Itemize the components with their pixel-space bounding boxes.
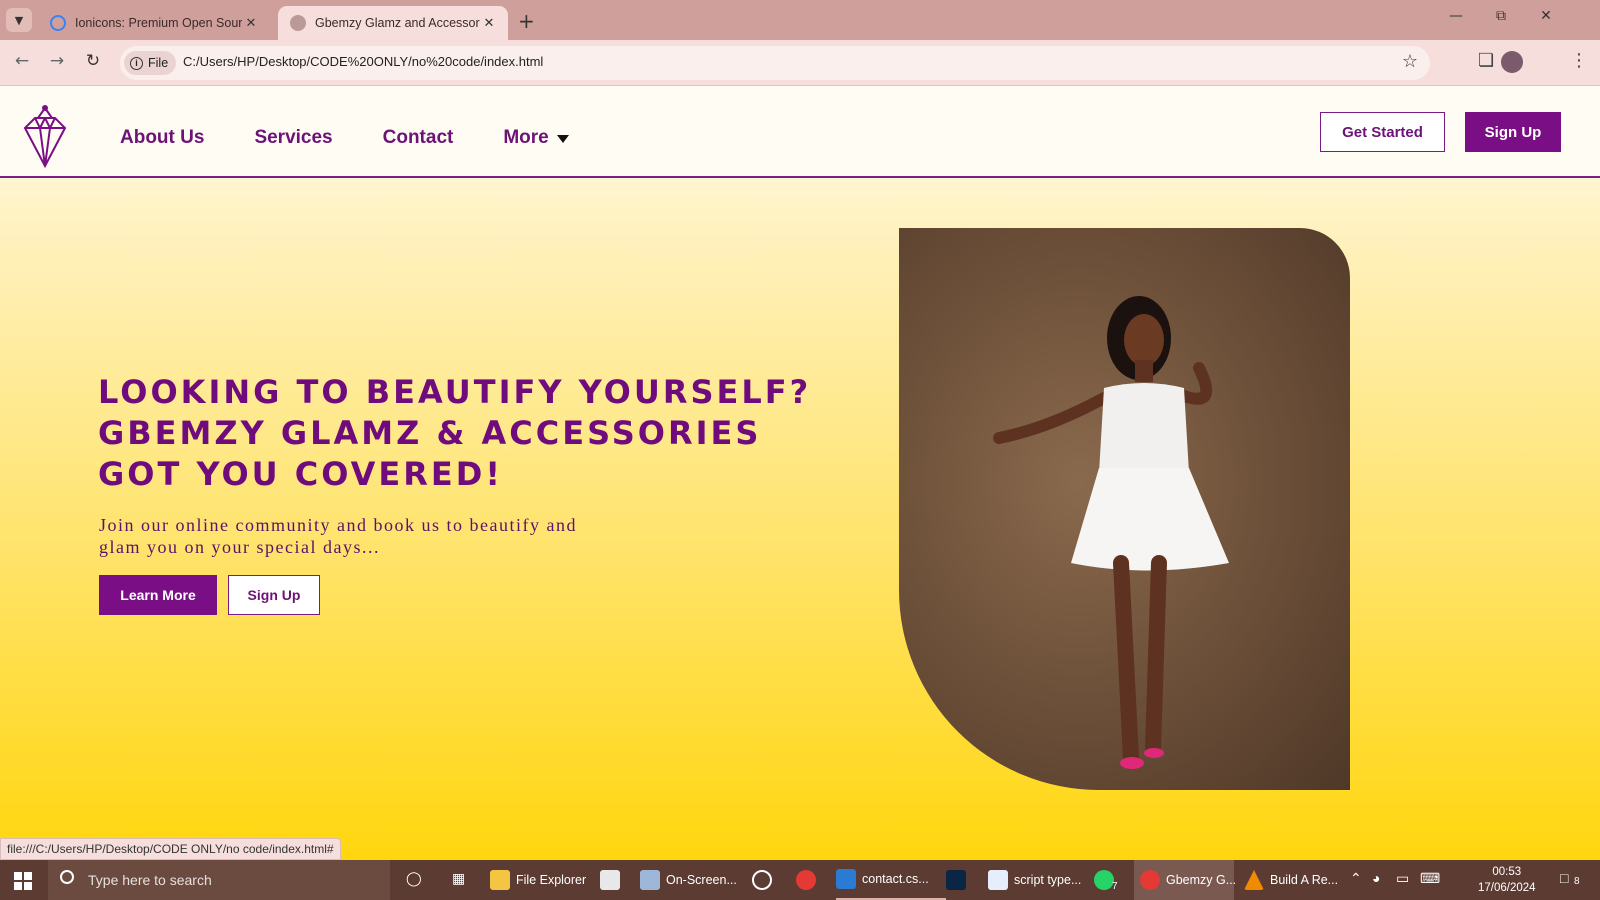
chrome-icon — [1140, 870, 1160, 890]
windows-start-icon[interactable] — [14, 872, 32, 890]
header-sign-up-button[interactable]: Sign Up — [1465, 112, 1561, 152]
taskbar-search-input[interactable]: Type here to search — [48, 860, 390, 900]
vscode-icon — [836, 869, 856, 889]
tab-title: Ionicons: Premium Open Source — [75, 16, 242, 30]
taskbar-clock[interactable]: 00:53 17/06/2024 — [1478, 864, 1536, 896]
clock-time: 00:53 — [1492, 866, 1522, 878]
hero-headline-line: got you covered! — [98, 455, 503, 493]
restore-icon[interactable]: ⧉ — [1481, 8, 1521, 24]
hero-headline-line: Gbemzy Glamz & Accessories — [98, 414, 762, 452]
bookmark-star-icon[interactable]: ☆ — [1402, 51, 1418, 72]
globe-favicon-icon — [290, 15, 306, 31]
chrome-icon — [796, 870, 816, 890]
url-text[interactable]: C:/Users/HP/Desktop/CODE%20ONLY/no%20cod… — [183, 54, 543, 69]
chevron-down-icon: ▼ — [14, 13, 24, 27]
taskbar-photoshop[interactable] — [946, 860, 978, 900]
ionicons-favicon-icon — [50, 15, 66, 31]
site-header: About Us Services Contact More Get Start… — [0, 86, 1600, 178]
tab-title: Gbemzy Glamz and Accessories — [315, 16, 480, 30]
whatsapp-icon — [1094, 870, 1114, 890]
battery-icon[interactable]: ▭ — [1396, 870, 1409, 887]
forward-arrow-icon[interactable]: → — [45, 51, 69, 71]
close-icon[interactable]: ✕ — [242, 15, 260, 31]
taskbar-whatsapp[interactable]: 7 — [1094, 860, 1130, 900]
photoshop-icon — [946, 870, 966, 890]
address-bar[interactable]: i File C:/Users/HP/Desktop/CODE%20ONLY/n… — [120, 46, 1430, 80]
taskbar-on-screen-keyboard[interactable]: On-Screen... — [640, 860, 750, 900]
more-vertical-icon[interactable]: ⋮ — [1570, 50, 1588, 71]
taskbar-app-label: File Explorer — [516, 873, 587, 887]
nav-services[interactable]: Services — [254, 127, 332, 149]
cortana-circle-icon[interactable]: ◯ — [406, 870, 422, 887]
vlc-cone-icon — [1244, 870, 1264, 890]
learn-more-button[interactable]: Learn More — [99, 575, 217, 615]
model-figure-illustration — [993, 296, 1229, 769]
taskbar-app-label: contact.cs... — [862, 872, 929, 886]
browser-toolbar: ← → ↻ i File C:/Users/HP/Desktop/CODE%20… — [0, 40, 1600, 86]
browser-tab-bar: ▼ Ionicons: Premium Open Source ✕ Gbemzy… — [0, 0, 1600, 40]
document-icon — [988, 870, 1008, 890]
globe-icon[interactable]: ◕ — [1372, 870, 1380, 886]
search-icon — [60, 870, 74, 884]
taskbar-app-label: On-Screen... — [666, 873, 737, 887]
record-icon — [752, 870, 772, 890]
windows-taskbar: Type here to search ◯ ▦ File Explorer On… — [0, 860, 1600, 900]
nav-contact[interactable]: Contact — [383, 127, 454, 149]
hero-sign-up-button[interactable]: Sign Up — [228, 575, 320, 615]
taskbar-chrome-gbemzy[interactable]: Gbemzy G... — [1134, 860, 1237, 900]
task-view-icon[interactable]: ▦ — [452, 870, 465, 887]
taskbar-app-label: script type... — [1014, 873, 1082, 887]
diamond-logo-icon[interactable] — [20, 104, 70, 168]
info-icon: i — [130, 56, 143, 70]
main-nav: About Us Services Contact More — [120, 127, 619, 149]
hero-model-photo — [899, 228, 1350, 790]
taskbar-chrome[interactable] — [796, 860, 828, 900]
tab-search-button[interactable]: ▼ — [6, 8, 32, 32]
hero-headline: Looking to beautify yourself? Gbemzy Gla… — [98, 372, 812, 495]
taskbar-obs[interactable] — [752, 860, 784, 900]
taskbar-mail[interactable] — [600, 860, 632, 900]
keyboard-icon — [640, 870, 660, 890]
tab-gbemzy[interactable]: Gbemzy Glamz and Accessories ✕ — [278, 6, 508, 40]
profile-avatar[interactable] — [1501, 51, 1523, 73]
chevron-up-icon[interactable]: ⌃ — [1350, 870, 1362, 887]
status-bar-link: file:///C:/Users/HP/Desktop/CODE ONLY/no… — [0, 838, 341, 860]
whatsapp-badge: 7 — [1112, 880, 1118, 892]
taskbar-app-label: Build A Re... — [1270, 873, 1339, 887]
new-tab-plus-icon[interactable]: + — [518, 9, 535, 33]
site-info-chip[interactable]: i File — [124, 51, 176, 75]
close-icon[interactable]: ✕ — [480, 15, 498, 31]
notifications-icon[interactable]: □ — [1560, 870, 1568, 886]
back-arrow-icon[interactable]: ← — [10, 51, 34, 71]
hero-headline-line: Looking to beautify yourself? — [98, 373, 812, 411]
caret-down-icon — [556, 135, 569, 143]
extensions-puzzle-icon[interactable]: ❏ — [1478, 50, 1494, 71]
taskbar-file-explorer[interactable]: File Explorer — [490, 860, 594, 900]
nav-more-dropdown[interactable]: More — [503, 127, 569, 149]
site-info-label: File — [148, 56, 169, 70]
reload-icon[interactable]: ↻ — [81, 51, 105, 71]
clock-date: 17/06/2024 — [1478, 882, 1536, 894]
nav-about-us[interactable]: About Us — [120, 127, 204, 149]
taskbar-app-label: Gbemzy G... — [1166, 873, 1237, 887]
mail-icon — [600, 870, 620, 890]
get-started-button[interactable]: Get Started — [1320, 112, 1445, 152]
taskbar-word[interactable]: script type... — [988, 860, 1092, 900]
hero-subtitle: Join our online community and book us to… — [99, 515, 577, 557]
close-window-icon[interactable]: ✕ — [1526, 8, 1566, 24]
notification-count: 8 — [1574, 876, 1580, 887]
taskbar-vscode[interactable]: contact.cs... — [836, 860, 946, 900]
folder-icon — [490, 870, 510, 890]
nav-more-label: More — [503, 127, 549, 148]
taskbar-search-placeholder: Type here to search — [88, 872, 212, 888]
tab-ionicons[interactable]: Ionicons: Premium Open Source ✕ — [38, 6, 270, 40]
minimize-icon[interactable]: — — [1436, 8, 1476, 24]
web-page: About Us Services Contact More Get Start… — [0, 86, 1600, 862]
taskbar-vlc[interactable]: Build A Re... — [1244, 860, 1344, 900]
keyboard-layout-icon[interactable]: ⌨ — [1420, 870, 1440, 887]
